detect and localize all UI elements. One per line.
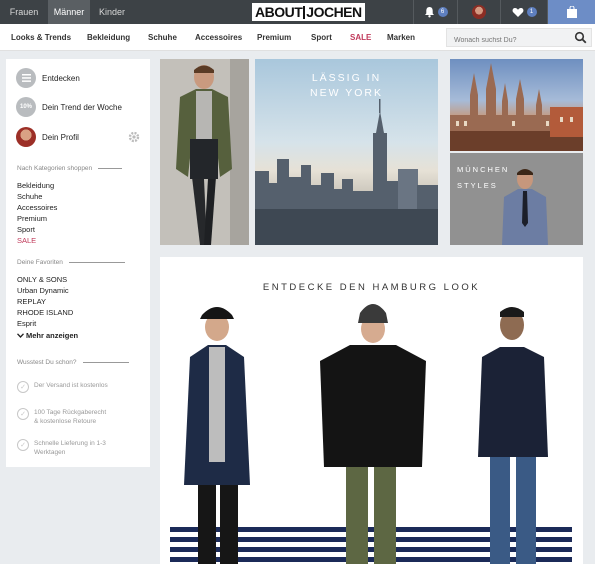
tip-item: ✓ Der Versand ist kostenlos — [17, 381, 108, 393]
category-nav: Looks & Trends Bekleidung Schuhe Accesso… — [0, 24, 595, 51]
tile-title-line: STYLES — [457, 181, 498, 190]
search-icon[interactable] — [574, 31, 587, 44]
favorite-link[interactable]: Urban Dynamic — [17, 285, 69, 296]
categories-heading-text: Nach Kategorien shoppen — [17, 165, 93, 172]
divider — [98, 168, 123, 169]
tip-text: & kostenlose Retoure — [34, 418, 97, 425]
tab-kinder[interactable]: Kinder — [92, 0, 132, 24]
check-icon: ✓ — [17, 408, 29, 420]
favorite-link[interactable]: RHODE ISLAND — [17, 307, 73, 318]
check-icon: ✓ — [17, 439, 29, 451]
logo-text-right: JOCHEN — [306, 4, 362, 20]
profile-button[interactable] — [457, 0, 500, 24]
sidebar-item-entdecken[interactable]: Entdecken — [16, 67, 80, 89]
models-photo — [184, 304, 548, 564]
nav-accessoires[interactable]: Accessoires — [195, 24, 242, 51]
categories-heading: Nach Kategorien shoppen — [17, 165, 123, 172]
model-photo — [160, 59, 249, 245]
shopping-bag-icon — [566, 5, 577, 18]
nav-sale[interactable]: SALE — [350, 24, 371, 51]
tip-item: ✓ Schnelle Lieferung in 1-3 Werktagen — [17, 439, 106, 457]
sidebar: Entdecken 10% Dein Trend der Woche Dein … — [6, 59, 150, 467]
avatar — [472, 5, 486, 19]
sidebar-link-accessoires[interactable]: Accessoires — [17, 202, 57, 213]
munich-photo — [450, 63, 583, 151]
list-icon — [16, 68, 36, 88]
look-tile-green-jacket[interactable] — [160, 59, 249, 245]
tips-heading-text: Wusstest Du schon? — [17, 359, 77, 366]
more-favorites-button[interactable]: Mehr anzeigen — [17, 330, 78, 341]
tab-frauen[interactable]: Frauen — [4, 0, 44, 24]
sidebar-link-premium[interactable]: Premium — [17, 213, 47, 224]
chevron-down-icon — [17, 333, 24, 338]
tips-heading: Wusstest Du schon? — [17, 359, 129, 366]
tip-item: ✓ 100 Tage Rückgaberecht & kostenlose Ret… — [17, 408, 106, 426]
favorite-link[interactable]: ONLY & SONS — [17, 274, 67, 285]
sidebar-link-sport[interactable]: Sport — [17, 224, 35, 235]
nav-premium[interactable]: Premium — [257, 24, 291, 51]
divider — [82, 362, 129, 363]
sidebar-item-profil[interactable]: Dein Profil — [16, 126, 79, 148]
bell-icon — [424, 7, 434, 18]
search-box — [446, 28, 592, 49]
percent-badge-icon: 10% — [16, 97, 36, 117]
notifications-button[interactable]: 6 — [413, 0, 457, 24]
sidebar-item-label: Entdecken — [42, 73, 80, 83]
tab-maenner[interactable]: Männer — [48, 0, 90, 24]
favorite-link[interactable]: REPLAY — [17, 296, 46, 307]
sidebar-item-label: Dein Profil — [42, 132, 79, 142]
favorite-link[interactable]: Esprit — [17, 318, 36, 329]
look-tile-munich-styles[interactable]: MÜNCHEN STYLES — [450, 153, 583, 245]
cart-button[interactable] — [547, 0, 595, 24]
tip-text: Schnelle Lieferung in 1-3 — [34, 440, 106, 447]
tip-text: Der Versand ist kostenlos — [34, 382, 108, 389]
tip-text: Werktagen — [34, 449, 66, 456]
gear-icon[interactable] — [128, 131, 140, 143]
notifications-badge: 6 — [437, 7, 448, 17]
favorites-heading-text: Deine Favoriten — [17, 259, 63, 266]
top-bar: Frauen Männer Kinder ABOUT JOCHEN 6 1 — [0, 0, 595, 24]
wishlist-button[interactable]: 1 — [500, 0, 547, 24]
nav-sport[interactable]: Sport — [311, 24, 332, 51]
look-tile-new-york[interactable]: LÄSSIG IN NEW YORK — [255, 59, 438, 245]
sidebar-item-trend[interactable]: 10% Dein Trend der Woche — [16, 96, 122, 118]
hamburg-look-banner[interactable]: ENTDECKE DEN HAMBURG LOOK — [160, 257, 583, 564]
logo-text-left: ABOUT — [255, 4, 303, 20]
check-icon: ✓ — [17, 381, 29, 393]
search-input[interactable] — [447, 32, 567, 49]
sidebar-link-sale[interactable]: SALE — [17, 235, 36, 246]
tile-title-line: MÜNCHEN — [457, 165, 510, 174]
look-tile-munich[interactable] — [450, 59, 583, 151]
sidebar-link-schuhe[interactable]: Schuhe — [17, 191, 42, 202]
tile-title: LÄSSIG IN — [311, 72, 382, 84]
logo[interactable]: ABOUT JOCHEN — [252, 3, 365, 21]
divider — [68, 262, 125, 263]
more-label: Mehr anzeigen — [26, 331, 79, 340]
nav-schuhe[interactable]: Schuhe — [148, 24, 177, 51]
heart-icon — [512, 7, 523, 17]
tip-text: 100 Tage Rückgaberecht — [34, 409, 107, 416]
tile-title: MÜNCHEN STYLES — [457, 162, 509, 194]
tile-title: NEW YORK — [310, 87, 383, 99]
sidebar-item-label: Dein Trend der Woche — [42, 102, 122, 112]
nav-marken[interactable]: Marken — [387, 24, 415, 51]
sidebar-link-bekleidung[interactable]: Bekleidung — [17, 180, 54, 191]
nav-bekleidung[interactable]: Bekleidung — [87, 24, 130, 51]
favorites-heading: Deine Favoriten — [17, 259, 125, 266]
avatar — [16, 127, 36, 147]
logo-divider — [303, 5, 306, 19]
wishlist-badge: 1 — [526, 7, 537, 17]
nav-looks-trends[interactable]: Looks & Trends — [11, 24, 71, 51]
